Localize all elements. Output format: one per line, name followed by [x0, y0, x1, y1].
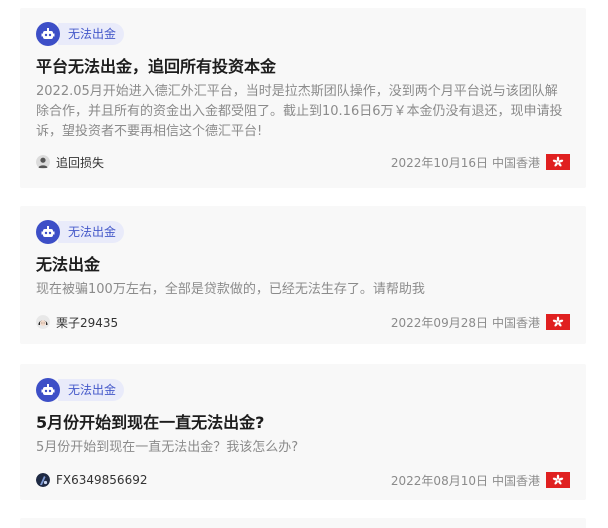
- complaint-region: 中国香港: [491, 315, 540, 330]
- complaint-date-region: 2022年09月28日 中国香港: [391, 314, 570, 331]
- complaint-card[interactable]: 无法出金 5月份开始到现在一直无法出金? 5月份开始到现在一直无法出金？我该怎么…: [20, 364, 586, 500]
- robot-icon: [36, 220, 60, 244]
- complaint-description: 5月份开始到现在一直无法出金？我该怎么办?: [36, 440, 299, 455]
- complaint-author[interactable]: 栗子29435: [36, 314, 118, 331]
- complaint-tag[interactable]: 无法出金: [36, 22, 570, 46]
- complaint-tag[interactable]: 无法出金: [36, 220, 570, 244]
- person-silhouette-icon: [36, 155, 50, 169]
- complaint-title[interactable]: 平台无法出金，追回所有投资本金: [36, 56, 570, 78]
- complaint-feed: 无法出金 平台无法出金，追回所有投资本金 2022.05月开始进入德汇外汇平台，…: [0, 0, 608, 528]
- complaint-card[interactable]: 无法出金 无法出金 现在被骗100万左右，全部是贷款做的，已经无法生存了。请帮助…: [20, 206, 586, 344]
- complaint-author[interactable]: FX6349856692: [36, 473, 147, 487]
- complaint-date-region: 2022年10月16日 中国香港: [391, 154, 570, 171]
- complaint-meta: 追回损失 2022年10月16日 中国香港: [36, 153, 570, 171]
- hong-kong-flag-icon: [546, 154, 570, 170]
- complaint-date: 2022年10月16日: [390, 155, 488, 170]
- author-name: 栗子29435: [56, 315, 119, 330]
- complaint-tag[interactable]: 无法出金: [36, 378, 570, 402]
- complaint-date-region: 2022年08月10日 中国香港: [391, 472, 570, 489]
- complaint-meta: FX6349856692 2022年08月10日 中国香港: [36, 471, 570, 489]
- complaint-date: 2022年09月28日: [390, 315, 488, 330]
- dark-avatar-icon: [36, 473, 50, 487]
- author-name: 追回损失: [56, 155, 105, 170]
- complaint-region: 中国香港: [491, 473, 540, 488]
- tag-label: 无法出金: [58, 221, 125, 243]
- complaint-meta: 栗子29435 2022年09月28日 中国香港: [36, 313, 570, 331]
- robot-icon: [36, 22, 60, 46]
- complaint-description: 现在被骗100万左右，全部是贷款做的，已经无法生存了。请帮助我: [36, 282, 425, 297]
- author-name: FX6349856692: [56, 473, 148, 487]
- complaint-description: 2022.05月开始进入德汇外汇平台，当时是拉杰斯团队操作，没到两个月平台说与该…: [36, 84, 563, 139]
- complaint-author[interactable]: 追回损失: [36, 154, 104, 171]
- tag-label: 无法出金: [58, 23, 125, 45]
- tag-label: 无法出金: [58, 379, 125, 401]
- complaint-card[interactable]: 无法出金 平台无法出金，追回所有投资本金 2022.05月开始进入德汇外汇平台，…: [20, 8, 586, 188]
- hong-kong-flag-icon: [546, 314, 570, 330]
- complaint-card[interactable]: [20, 518, 586, 528]
- hong-kong-flag-icon: [546, 472, 570, 488]
- complaint-title[interactable]: 5月份开始到现在一直无法出金?: [36, 412, 570, 434]
- robot-icon: [36, 378, 60, 402]
- complaint-date: 2022年08月10日: [390, 473, 488, 488]
- girl-avatar-icon: [36, 315, 50, 329]
- complaint-title[interactable]: 无法出金: [36, 254, 570, 276]
- complaint-region: 中国香港: [491, 155, 540, 170]
